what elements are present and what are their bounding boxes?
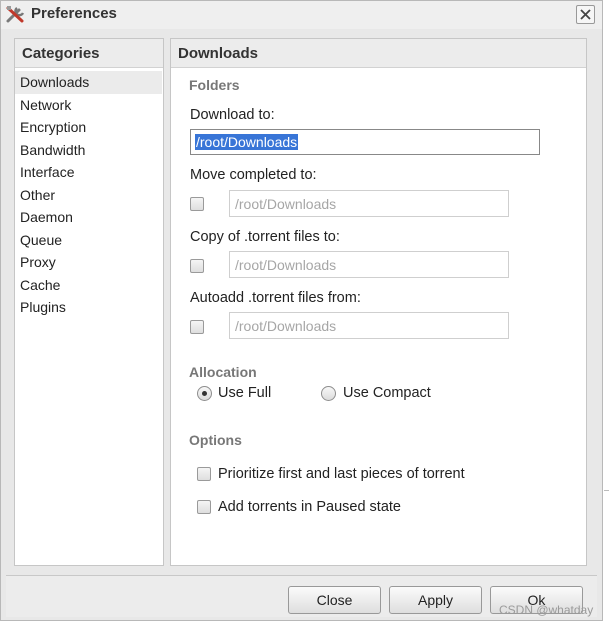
apply-button[interactable]: Apply [389, 586, 482, 614]
autoadd-checkbox[interactable] [190, 320, 204, 334]
use-compact-radio[interactable] [321, 386, 336, 401]
category-network[interactable]: Network [15, 94, 163, 117]
categories-panel: Categories Downloads Network Encryption … [14, 38, 164, 566]
autoadd-input[interactable]: /root/Downloads [229, 312, 509, 339]
category-daemon[interactable]: Daemon [15, 206, 163, 229]
close-window-button[interactable] [576, 5, 595, 24]
category-encryption[interactable]: Encryption [15, 116, 163, 139]
folders-section-title: Folders [189, 77, 240, 93]
move-completed-input[interactable]: /root/Downloads [229, 190, 509, 217]
categories-header: Categories [15, 39, 163, 68]
download-to-input[interactable]: /root/Downloads [190, 129, 540, 155]
paused-checkbox[interactable] [197, 500, 211, 514]
categories-list: Downloads Network Encryption Bandwidth I… [15, 68, 163, 319]
category-bandwidth[interactable]: Bandwidth [15, 139, 163, 162]
download-to-value: /root/Downloads [195, 134, 299, 150]
autoadd-label: Autoadd .torrent files from: [190, 290, 361, 306]
use-full-label[interactable]: Use Full [218, 385, 271, 401]
dialog-title: Preferences [31, 5, 117, 22]
category-plugins[interactable]: Plugins [15, 296, 163, 319]
category-cache[interactable]: Cache [15, 274, 163, 297]
close-button[interactable]: Close [288, 586, 381, 614]
background-divider [604, 490, 609, 491]
use-compact-label[interactable]: Use Compact [343, 385, 431, 401]
copy-torrent-input[interactable]: /root/Downloads [229, 251, 509, 278]
category-proxy[interactable]: Proxy [15, 251, 163, 274]
download-to-label: Download to: [190, 107, 275, 123]
category-downloads[interactable]: Downloads [15, 71, 162, 94]
title-bar[interactable]: Preferences [1, 1, 602, 29]
category-other[interactable]: Other [15, 184, 163, 207]
watermark: CSDN @whatday [499, 603, 594, 617]
paused-label[interactable]: Add torrents in Paused state [218, 499, 401, 515]
prioritize-checkbox[interactable] [197, 467, 211, 481]
downloads-header: Downloads [171, 39, 586, 68]
category-queue[interactable]: Queue [15, 229, 163, 252]
allocation-section-title: Allocation [189, 364, 257, 380]
copy-torrent-label: Copy of .torrent files to: [190, 229, 340, 245]
use-full-radio[interactable] [197, 386, 212, 401]
preferences-tools-icon [6, 6, 25, 23]
copy-torrent-checkbox[interactable] [190, 259, 204, 273]
move-completed-checkbox[interactable] [190, 197, 204, 211]
options-section-title: Options [189, 432, 242, 448]
prioritize-label[interactable]: Prioritize first and last pieces of torr… [218, 466, 465, 482]
close-icon [580, 9, 591, 20]
category-interface[interactable]: Interface [15, 161, 163, 184]
move-completed-label: Move completed to: [190, 167, 317, 183]
